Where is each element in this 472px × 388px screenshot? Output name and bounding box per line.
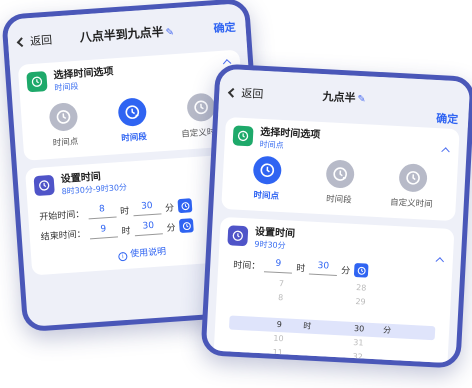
option-time-range[interactable]: 时间段	[99, 96, 166, 145]
start-time-label: 开始时间：	[39, 209, 85, 223]
clock-range-icon	[117, 97, 148, 128]
confirm-button[interactable]: 确定	[213, 19, 236, 36]
clock-icon	[33, 174, 55, 197]
clock-icon	[48, 101, 79, 132]
end-minute-input[interactable]: 30	[134, 220, 163, 237]
page-title-text: 八点半到九点半	[79, 24, 165, 45]
clock-icon	[398, 163, 428, 193]
phone-frame-point: 返回 九点半✎ 确定 选择时间选项 时间点 时间点 时间段 自定义时间 设置时间…	[200, 63, 472, 369]
clock-icon	[185, 92, 216, 123]
time-option-card: 选择时间选项 时间点 时间点 时间段 自定义时间	[221, 117, 460, 222]
page-title: 八点半到九点半✎	[8, 17, 247, 51]
time-option-list: 时间点 时间段 自定义时间	[29, 91, 238, 152]
hour-wheel[interactable]: 7 8 9 10 11	[257, 276, 301, 361]
end-time-label: 结束时间：	[40, 229, 87, 243]
clock-icon	[26, 71, 48, 93]
time-picker-wheel[interactable]: 7 8 9 10 11 时 28 29 30 31 32 分	[221, 274, 444, 368]
minute-unit: 分	[166, 222, 176, 234]
clock-icon	[232, 125, 254, 147]
hour-unit: 时	[119, 206, 130, 217]
clock-picker-button[interactable]	[177, 198, 193, 214]
option-time-range[interactable]: 时间段	[307, 158, 373, 206]
card-subtitle: 9时30分	[254, 239, 286, 251]
option-label: 时间点	[52, 136, 79, 149]
card-header[interactable]: 选择时间选项 时间段	[26, 58, 233, 95]
hour-input[interactable]: 9	[263, 258, 293, 274]
minute-wheel[interactable]: 28 29 30 31 32	[337, 280, 381, 365]
clock-icon	[252, 155, 283, 185]
set-time-card: 设置时间 9时30分 时间： 9 时 30 分 7 8 9 10 11 时 28…	[212, 216, 455, 369]
clock-range-icon	[325, 159, 355, 189]
hour-option[interactable]: 11	[257, 345, 298, 361]
option-label: 时间点	[253, 190, 280, 202]
help-label: 使用说明	[129, 247, 167, 260]
info-icon: i	[118, 251, 128, 262]
card-header[interactable]: 选择时间选项 时间点	[232, 125, 451, 159]
page-title: 九点半✎	[219, 83, 469, 112]
hour-option[interactable]: 8	[260, 290, 301, 306]
page-title-text: 九点半	[322, 90, 356, 105]
option-time-point[interactable]: 时间点	[31, 101, 98, 150]
clock-icon	[227, 225, 249, 247]
end-hour-input[interactable]: 9	[89, 223, 119, 240]
minute-option[interactable]: 32	[337, 349, 378, 365]
minute-unit: 分	[340, 265, 351, 277]
option-label: 时间段	[121, 132, 148, 144]
hour-unit: 时	[302, 321, 312, 331]
minute-option[interactable]: 29	[340, 294, 381, 310]
hour-unit: 时	[121, 226, 131, 237]
hour-unit: 时	[295, 263, 306, 274]
clock-picker-button[interactable]	[353, 262, 369, 278]
time-label: 时间：	[233, 260, 261, 272]
option-label: 自定义时间	[389, 197, 433, 210]
edit-pencil-icon[interactable]: ✎	[357, 94, 366, 105]
option-custom-time[interactable]: 自定义时间	[379, 162, 445, 210]
time-option-list: 时间点 时间段 自定义时间	[230, 154, 450, 212]
option-time-point[interactable]: 时间点	[234, 155, 300, 203]
edit-pencil-icon[interactable]: ✎	[165, 27, 174, 39]
start-hour-input[interactable]: 8	[87, 203, 117, 220]
option-label: 时间段	[325, 194, 352, 206]
minute-input[interactable]: 30	[308, 260, 338, 277]
minute-unit: 分	[382, 325, 392, 335]
minute-unit: 分	[164, 202, 175, 214]
clock-picker-button[interactable]	[178, 218, 194, 234]
card-header: 设置时间 9时30分	[227, 225, 446, 259]
start-minute-input[interactable]: 30	[132, 200, 162, 217]
confirm-button[interactable]: 确定	[436, 110, 459, 127]
